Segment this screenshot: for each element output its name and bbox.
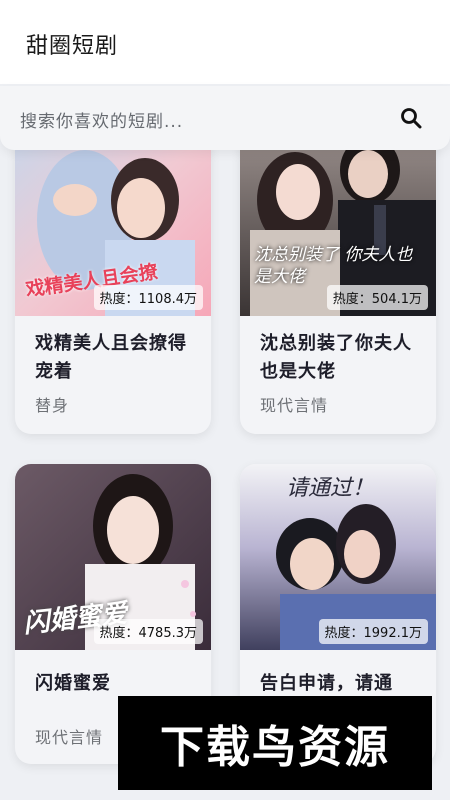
heat-badge: 热度：1108.4万	[93, 285, 203, 310]
drama-card[interactable]: 沈总别装了 你夫人也是大佬 热度：504.1万 沈总别装了你夫人也是大佬 现代言…	[240, 150, 436, 434]
app-header: 甜圈短剧	[0, 0, 450, 84]
drama-poster[interactable]: 闪婚蜜爱 热度：4785.3万	[15, 464, 211, 650]
drama-poster[interactable]: 戏精美人且会撩 热度：1108.4万	[15, 150, 211, 316]
poster-caption: 请通过！	[286, 476, 375, 501]
drama-poster[interactable]: 请通过！ 热度：1992.1万	[240, 464, 436, 650]
drama-title[interactable]: 戏精美人且会撩得宠着	[35, 330, 200, 386]
drama-tag: 替身	[35, 396, 70, 415]
drama-tag: 现代言情	[260, 396, 329, 415]
app-title: 甜圈短剧	[26, 34, 119, 59]
drama-title[interactable]: 告白申请，请通	[260, 670, 425, 698]
drama-card[interactable]: 戏精美人且会撩 热度：1108.4万 戏精美人且会撩得宠着 替身	[15, 150, 211, 434]
watermark-text: 下载鸟资源	[160, 722, 390, 773]
drama-title[interactable]: 沈总别装了你夫人也是大佬	[260, 330, 425, 386]
heat-badge: 热度：4785.3万	[93, 619, 203, 644]
drama-title[interactable]: 闪婚蜜爱	[35, 670, 200, 698]
search-icon[interactable]	[399, 106, 423, 130]
drama-poster[interactable]: 沈总别装了 你夫人也是大佬 热度：504.1万	[240, 150, 436, 316]
poster-caption: 沈总别装了 你夫人也是大佬	[254, 245, 413, 287]
drama-tag: 现代言情	[35, 728, 104, 747]
heat-badge: 热度：504.1万	[326, 285, 428, 310]
watermark-banner: 下载鸟资源	[118, 696, 432, 790]
heat-badge: 热度：1992.1万	[318, 619, 428, 644]
search-input[interactable]: 搜索你喜欢的短剧...	[20, 107, 183, 132]
search-bar[interactable]: 搜索你喜欢的短剧...	[0, 86, 450, 150]
